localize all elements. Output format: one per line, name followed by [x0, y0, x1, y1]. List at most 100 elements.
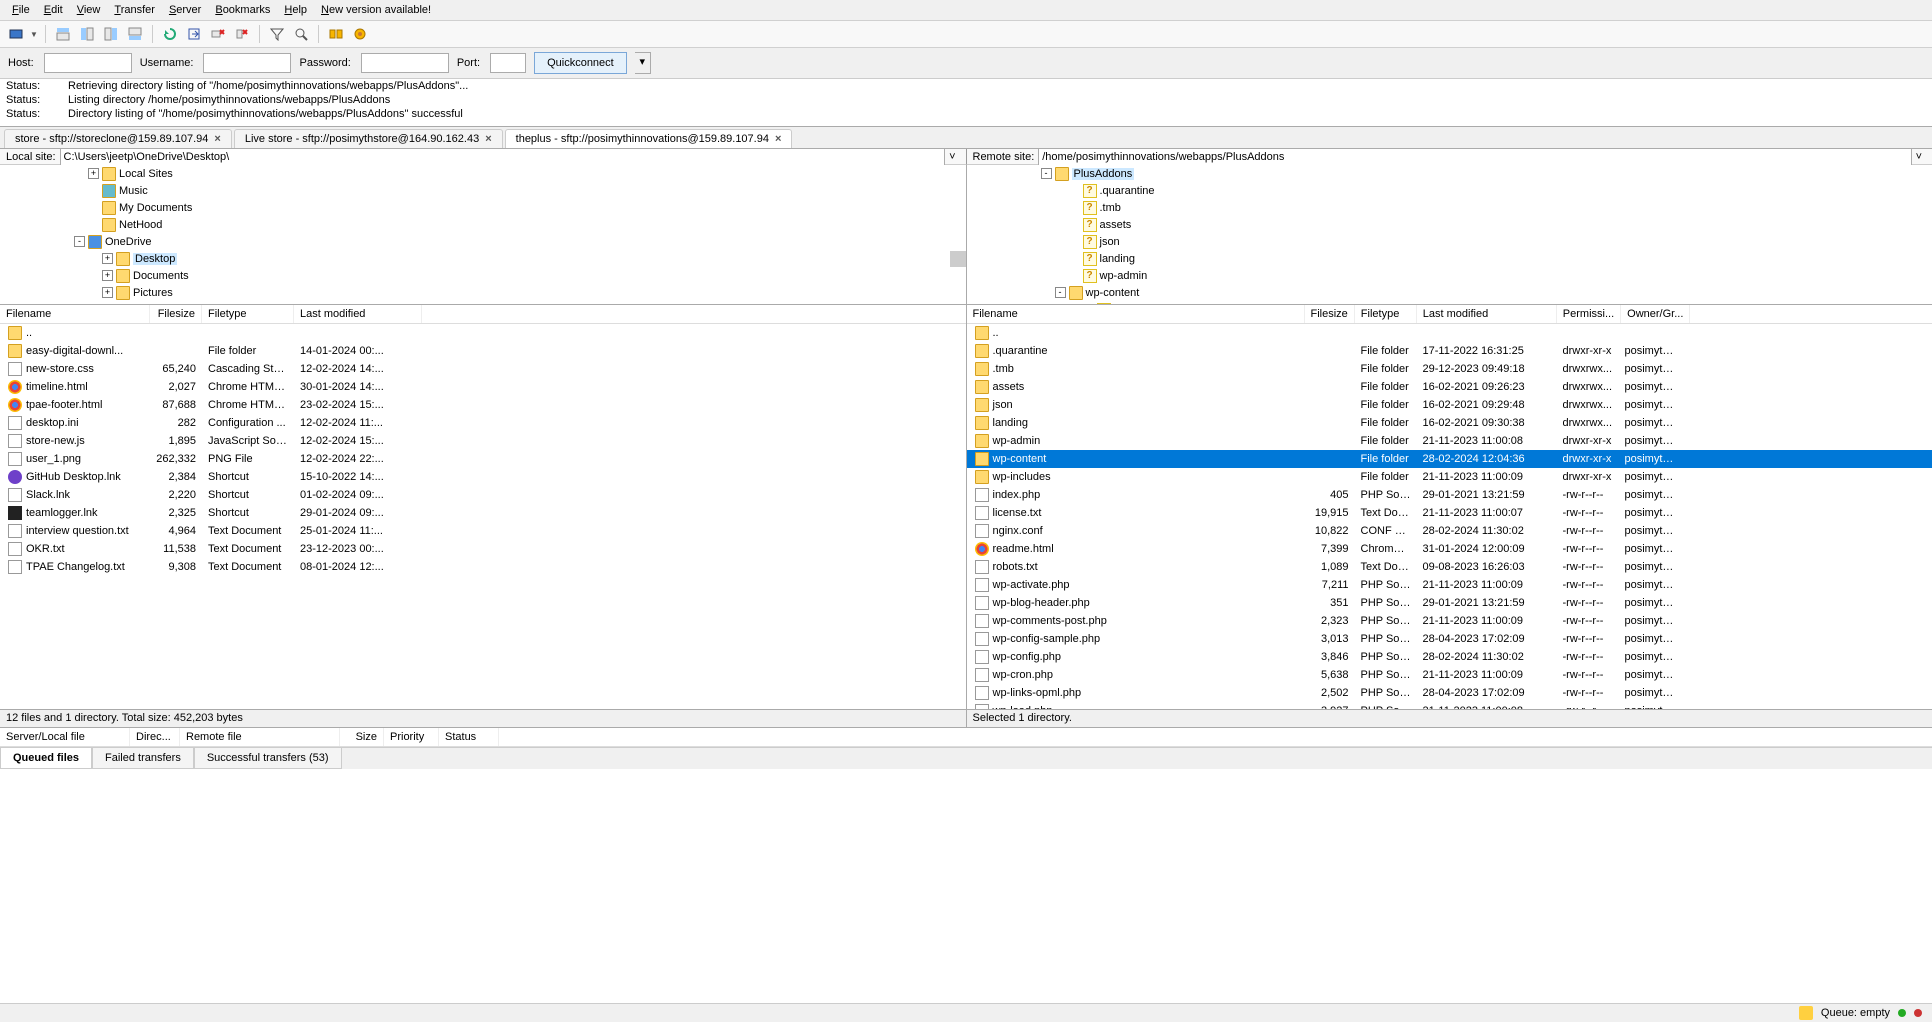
expand-icon[interactable]: + — [102, 287, 113, 298]
expand-icon[interactable]: + — [102, 253, 113, 264]
list-item[interactable]: wp-links-opml.php2,502PHP Sou...28-04-20… — [967, 684, 1932, 702]
list-item[interactable]: new-store.css65,240Cascading Styl...12-0… — [0, 360, 966, 378]
password-input[interactable] — [361, 53, 449, 73]
tree-node[interactable]: ?.tmb — [967, 199, 1932, 216]
tree-node[interactable]: -wp-content — [967, 284, 1932, 301]
list-item[interactable]: easy-digital-downl...File folder14-01-20… — [0, 342, 966, 360]
list-item[interactable]: wp-config.php3,846PHP Sou...28-02-2024 1… — [967, 648, 1932, 666]
menu-server[interactable]: Server — [163, 2, 207, 18]
expand-icon[interactable]: - — [1041, 168, 1052, 179]
list-item[interactable]: .. — [0, 324, 966, 342]
list-item[interactable]: assetsFile folder16-02-2021 09:26:23drwx… — [967, 378, 1932, 396]
tab-successful-transfers[interactable]: Successful transfers (53) — [194, 748, 342, 769]
list-item[interactable]: desktop.ini282Configuration ...12-02-202… — [0, 414, 966, 432]
list-item[interactable]: .quarantineFile folder17-11-2022 16:31:2… — [967, 342, 1932, 360]
expand-icon[interactable]: - — [74, 236, 85, 247]
disconnect-icon[interactable] — [232, 24, 252, 44]
list-item[interactable]: wp-adminFile folder21-11-2023 11:00:08dr… — [967, 432, 1932, 450]
host-input[interactable] — [44, 53, 132, 73]
connection-tab[interactable]: store - sftp://storeclone@159.89.107.94× — [4, 129, 232, 148]
connection-tab[interactable]: theplus - sftp://posimythinnovations@159… — [505, 129, 793, 148]
close-icon[interactable]: × — [214, 133, 220, 145]
menu-bookmarks[interactable]: Bookmarks — [209, 2, 276, 18]
remote-tree[interactable]: -PlusAddons?.quarantine?.tmb?assets?json… — [967, 165, 1932, 305]
tree-node[interactable]: ?json — [967, 233, 1932, 250]
port-input[interactable] — [490, 53, 526, 73]
site-manager-icon[interactable] — [6, 24, 26, 44]
list-item[interactable]: timeline.html2,027Chrome HTML ...30-01-2… — [0, 378, 966, 396]
menu-file[interactable]: FFileile — [6, 2, 36, 18]
tree-node[interactable]: +Desktop — [0, 250, 966, 267]
cancel-icon[interactable] — [208, 24, 228, 44]
quickconnect-button[interactable]: Quickconnect — [534, 52, 627, 74]
list-item[interactable]: GitHub Desktop.lnk2,384Shortcut15-10-202… — [0, 468, 966, 486]
tree-node[interactable]: -OneDrive — [0, 233, 966, 250]
lock-icon[interactable] — [1799, 1006, 1813, 1020]
menu-new-version[interactable]: New version available! — [315, 2, 437, 18]
list-item[interactable]: .tmbFile folder29-12-2023 09:49:18drwxrw… — [967, 360, 1932, 378]
list-item[interactable]: wp-comments-post.php2,323PHP Sou...21-11… — [967, 612, 1932, 630]
list-item[interactable]: .. — [967, 324, 1932, 342]
toggle-local-tree-icon[interactable] — [77, 24, 97, 44]
tree-node[interactable]: ?wp-admin — [967, 267, 1932, 284]
close-icon[interactable]: × — [775, 133, 781, 145]
list-item[interactable]: tpae-footer.html87,688Chrome HTML ...23-… — [0, 396, 966, 414]
tree-node[interactable]: +Pictures — [0, 284, 966, 301]
remote-file-list[interactable]: Filename Filesize Filetype Last modified… — [967, 305, 1932, 709]
toggle-log-icon[interactable] — [53, 24, 73, 44]
remote-list-header[interactable]: Filename Filesize Filetype Last modified… — [967, 305, 1932, 324]
menu-view[interactable]: View — [71, 2, 107, 18]
list-item[interactable]: landingFile folder16-02-2021 09:30:38drw… — [967, 414, 1932, 432]
list-item[interactable]: wp-load.php3,927PHP Sou...21-11-2023 11:… — [967, 702, 1932, 709]
list-item[interactable]: wp-activate.php7,211PHP Sou...21-11-2023… — [967, 576, 1932, 594]
sync-browse-icon[interactable] — [350, 24, 370, 44]
tree-node[interactable]: NetHood — [0, 216, 966, 233]
list-item[interactable]: wp-contentFile folder28-02-2024 12:04:36… — [967, 450, 1932, 468]
tab-failed-transfers[interactable]: Failed transfers — [92, 748, 194, 769]
menu-edit[interactable]: Edit — [38, 2, 69, 18]
list-item[interactable]: license.txt19,915Text Doc...21-11-2023 1… — [967, 504, 1932, 522]
list-item[interactable]: wp-config-sample.php3,013PHP Sou...28-04… — [967, 630, 1932, 648]
list-item[interactable]: robots.txt1,089Text Doc...09-08-2023 16:… — [967, 558, 1932, 576]
list-item[interactable]: jsonFile folder16-02-2021 09:29:48drwxrw… — [967, 396, 1932, 414]
username-input[interactable] — [203, 53, 291, 73]
connection-tab[interactable]: Live store - sftp://posimythstore@164.90… — [234, 129, 503, 148]
menu-help[interactable]: Help — [278, 2, 313, 18]
list-item[interactable]: TPAE Changelog.txt9,308Text Document08-0… — [0, 558, 966, 576]
tree-node[interactable]: +Local Sites — [0, 165, 966, 182]
list-item[interactable]: wp-cron.php5,638PHP Sou...21-11-2023 11:… — [967, 666, 1932, 684]
filter-icon[interactable] — [267, 24, 287, 44]
list-item[interactable]: index.php405PHP Sou...29-01-2021 13:21:5… — [967, 486, 1932, 504]
list-item[interactable]: wp-includesFile folder21-11-2023 11:00:0… — [967, 468, 1932, 486]
list-item[interactable]: OKR.txt11,538Text Document23-12-2023 00:… — [0, 540, 966, 558]
list-item[interactable]: teamlogger.lnk2,325Shortcut29-01-2024 09… — [0, 504, 966, 522]
tree-node[interactable]: My Documents — [0, 199, 966, 216]
expand-icon[interactable]: - — [1055, 287, 1066, 298]
toggle-queue-icon[interactable] — [125, 24, 145, 44]
expand-icon[interactable]: + — [88, 168, 99, 179]
close-icon[interactable]: × — [485, 133, 491, 145]
tree-node[interactable]: Music — [0, 182, 966, 199]
list-item[interactable]: readme.html7,399Chrome ...31-01-2024 12:… — [967, 540, 1932, 558]
scrollbar-thumb[interactable] — [950, 251, 966, 267]
local-tree[interactable]: +Local SitesMusicMy DocumentsNetHood-One… — [0, 165, 966, 305]
refresh-icon[interactable] — [160, 24, 180, 44]
menu-transfer[interactable]: Transfer — [108, 2, 161, 18]
quickconnect-dropdown[interactable]: ▾ — [635, 52, 651, 74]
local-file-list[interactable]: Filename Filesize Filetype Last modified… — [0, 305, 966, 709]
list-item[interactable]: store-new.js1,895JavaScript Sou...12-02-… — [0, 432, 966, 450]
local-list-header[interactable]: Filename Filesize Filetype Last modified — [0, 305, 966, 324]
tree-node[interactable]: +Documents — [0, 267, 966, 284]
list-item[interactable]: nginx.conf10,822CONF File28-02-2024 11:3… — [967, 522, 1932, 540]
toggle-remote-tree-icon[interactable] — [101, 24, 121, 44]
list-item[interactable]: interview question.txt4,964Text Document… — [0, 522, 966, 540]
message-log[interactable]: Status:Retrieving directory listing of "… — [0, 79, 1932, 127]
tab-queued-files[interactable]: Queued files — [0, 748, 92, 769]
search-icon[interactable] — [291, 24, 311, 44]
tree-node[interactable]: ?.quarantine — [967, 182, 1932, 199]
list-item[interactable]: Slack.lnk2,220Shortcut01-02-2024 09:... — [0, 486, 966, 504]
tree-node[interactable]: -PlusAddons — [967, 165, 1932, 182]
expand-icon[interactable]: + — [102, 270, 113, 281]
process-queue-icon[interactable] — [184, 24, 204, 44]
local-site-input[interactable] — [60, 148, 946, 166]
